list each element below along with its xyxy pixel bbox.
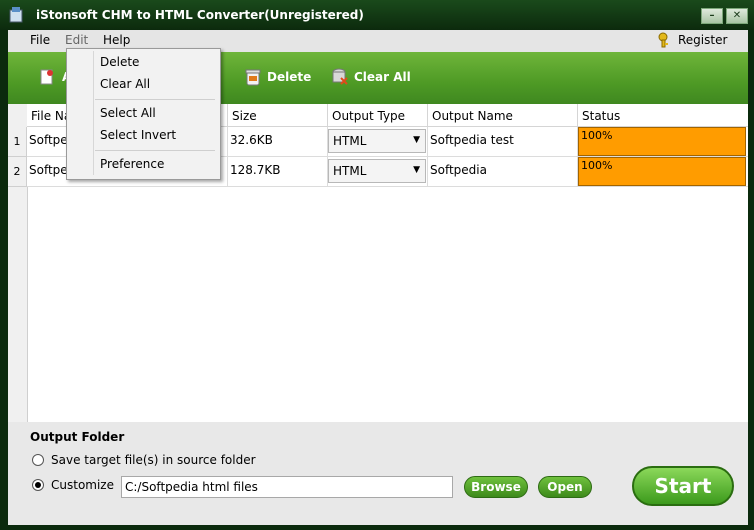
radio-customize[interactable]: [32, 479, 44, 491]
register-label: Register: [678, 33, 728, 47]
key-icon: [658, 32, 668, 48]
status-progress-bar: 100%: [578, 157, 746, 186]
delete-button[interactable]: Delete: [245, 68, 311, 86]
menu-item-select-all[interactable]: Select All: [100, 106, 156, 120]
chevron-down-icon: ▼: [413, 165, 420, 175]
app-icon: [9, 7, 23, 23]
cell-status: 100%: [578, 157, 748, 187]
output-path-input[interactable]: C:/Softpedia html files: [121, 476, 453, 498]
header-size[interactable]: Size: [228, 104, 328, 127]
cell-output-name[interactable]: Softpedia test: [428, 127, 578, 157]
header-status[interactable]: Status: [578, 104, 748, 127]
clear-all-label: Clear All: [354, 70, 411, 84]
close-button[interactable]: ✕: [726, 8, 748, 24]
minimize-button[interactable]: –: [701, 8, 723, 24]
browse-button[interactable]: Browse: [464, 476, 528, 498]
add-file-icon: [40, 69, 53, 85]
radio-customize-label[interactable]: Customize: [51, 478, 114, 492]
clear-all-button[interactable]: Clear All: [332, 68, 411, 86]
cell-output-name[interactable]: Softpedia: [428, 157, 578, 187]
row-number: 1: [8, 127, 27, 157]
output-type-select[interactable]: HTML ▼: [328, 159, 426, 183]
menu-edit[interactable]: Edit: [65, 33, 88, 47]
cell-size: 32.6KB: [228, 127, 328, 157]
cell-size: 128.7KB: [228, 157, 328, 187]
delete-icon: [245, 69, 261, 86]
header-output-type[interactable]: Output Type: [328, 104, 428, 127]
radio-source-folder[interactable]: [32, 454, 44, 466]
status-progress-bar: 100%: [578, 127, 746, 156]
menu-separator: [95, 150, 215, 151]
cell-output-type: HTML ▼: [328, 157, 428, 187]
menu-item-delete[interactable]: Delete: [100, 55, 139, 69]
open-button[interactable]: Open: [538, 476, 592, 498]
delete-label: Delete: [267, 70, 312, 84]
header-output-name[interactable]: Output Name: [428, 104, 578, 127]
clear-all-icon: [332, 68, 348, 85]
output-type-value: HTML: [333, 134, 367, 148]
start-button[interactable]: Start: [632, 466, 734, 506]
output-type-select[interactable]: HTML ▼: [328, 129, 426, 153]
menu-help[interactable]: Help: [103, 33, 130, 47]
output-type-value: HTML: [333, 164, 367, 178]
title-bar: iStonsoft CHM to HTML Converter(Unregist…: [0, 0, 754, 30]
cell-output-type: HTML ▼: [328, 127, 428, 157]
menu-gutter: [93, 51, 94, 175]
menu-item-select-invert[interactable]: Select Invert: [100, 128, 176, 142]
register-button[interactable]: Register: [658, 32, 727, 48]
edit-menu-dropdown: Delete Clear All Select All Select Inver…: [66, 48, 221, 180]
row-number: 2: [8, 157, 27, 187]
app-window: iStonsoft CHM to HTML Converter(Unregist…: [0, 0, 754, 530]
menu-file[interactable]: File: [30, 33, 50, 47]
radio-source-folder-label[interactable]: Save target file(s) in source folder: [51, 453, 256, 467]
cell-status: 100%: [578, 127, 748, 157]
output-folder-title: Output Folder: [30, 430, 125, 444]
chevron-down-icon: ▼: [413, 135, 420, 145]
menu-separator: [95, 99, 215, 100]
menu-item-clear-all[interactable]: Clear All: [100, 77, 150, 91]
window-title: iStonsoft CHM to HTML Converter(Unregist…: [36, 8, 364, 22]
output-folder-panel: Output Folder Save target file(s) in sou…: [8, 422, 748, 525]
menu-item-preference[interactable]: Preference: [100, 157, 164, 171]
